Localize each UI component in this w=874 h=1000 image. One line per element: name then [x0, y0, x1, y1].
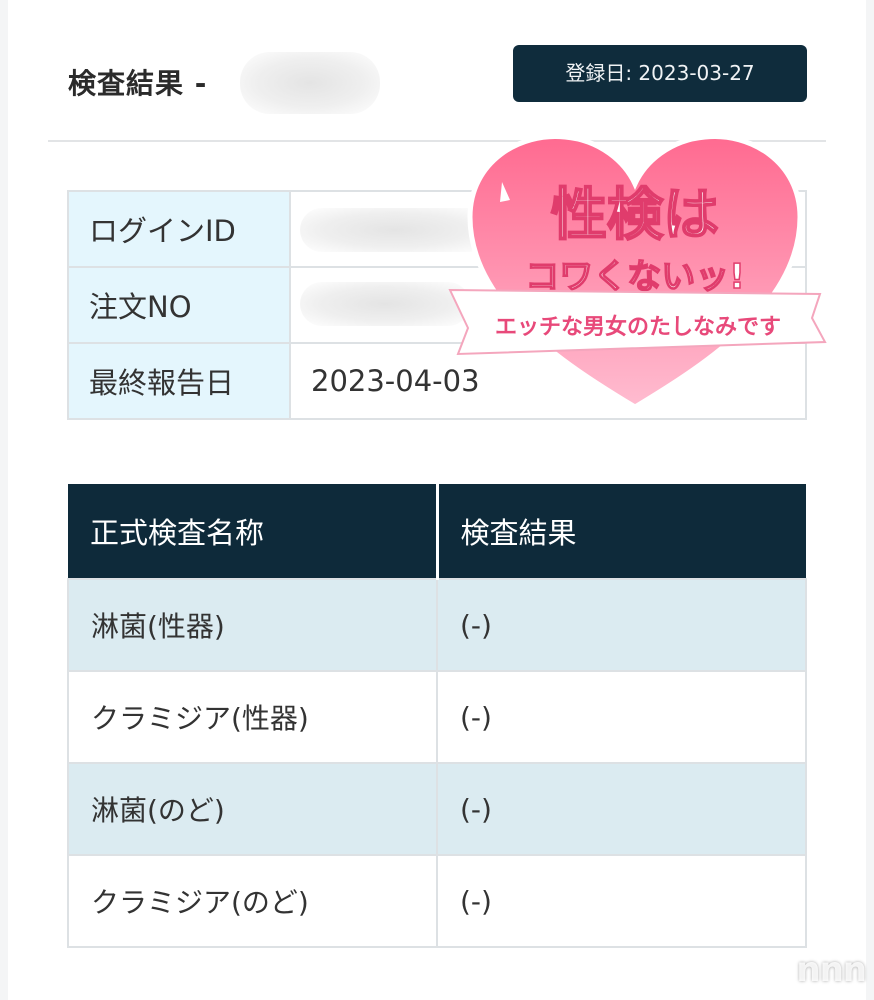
results-header-row: 正式検査名称 検査結果: [68, 484, 806, 579]
table-row: クラミジア(性器) (-): [67, 670, 807, 764]
heart-sticker: 性検は コワくないッ! エッチな男女のたしなみです: [448, 133, 827, 410]
test-result: (-): [436, 578, 807, 672]
test-name: 淋菌(性器): [67, 578, 438, 672]
redacted-name: [240, 52, 380, 114]
last-report-date-label: 最終報告日: [67, 342, 291, 420]
watermark-logo: nnn: [796, 950, 867, 990]
test-result-header: 検査結果: [437, 484, 806, 579]
results-table: 正式検査名称 検査結果 淋菌(性器) (-) クラミジア(性器) (-) 淋菌(…: [67, 484, 807, 948]
login-id-label: ログインID: [67, 190, 291, 268]
test-name-header: 正式検査名称: [68, 484, 439, 579]
sticker-title: 性検は: [551, 183, 719, 248]
test-name: クラミジア(性器): [67, 670, 438, 764]
sticker-ribbon-text: エッチな男女のたしなみです: [495, 314, 781, 340]
registration-date-badge: 登録日: 2023-03-27: [513, 45, 807, 102]
table-row: 淋菌(のど) (-): [67, 762, 807, 856]
table-row: 淋菌(性器) (-): [67, 578, 807, 672]
test-result: (-): [436, 762, 807, 856]
order-no-label: 注文NO: [67, 266, 291, 344]
page-title: 検査結果 -: [68, 67, 208, 100]
test-name: クラミジア(のど): [67, 854, 438, 948]
test-result: (-): [436, 670, 807, 764]
test-name: 淋菌(のど): [67, 762, 438, 856]
table-row: クラミジア(のど) (-): [67, 854, 807, 948]
test-result: (-): [436, 854, 807, 948]
